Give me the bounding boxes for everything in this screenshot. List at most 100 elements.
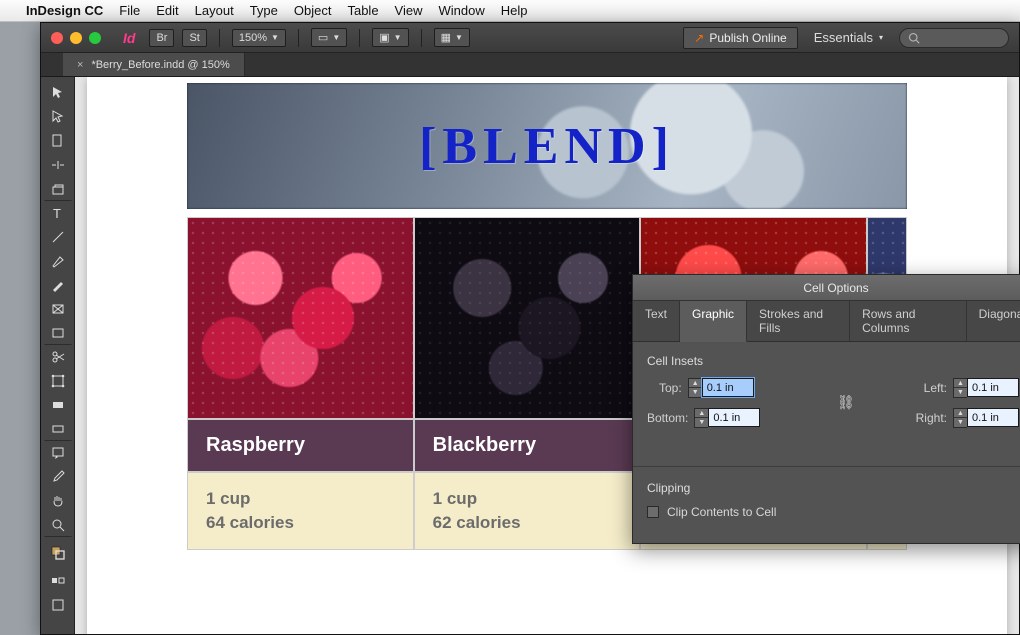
menu-help[interactable]: Help — [501, 3, 528, 18]
eyedropper-tool[interactable] — [44, 465, 72, 489]
rect-tool[interactable] — [44, 321, 72, 345]
left-inset-input[interactable] — [967, 378, 1019, 397]
name-cell-blackberry[interactable]: Blackberry — [414, 419, 641, 472]
link-insets-icon[interactable]: ⛓ — [837, 394, 855, 411]
clip-contents-label: Clip Contents to Cell — [667, 505, 776, 519]
hero-frame[interactable]: [BLEND] — [187, 83, 907, 209]
search-input[interactable] — [899, 28, 1009, 48]
zoom-window-button[interactable] — [89, 32, 101, 44]
zoom-tool[interactable] — [44, 513, 72, 537]
view-options-button[interactable]: ▭▼ — [311, 28, 347, 47]
blackberry-image-cell[interactable] — [414, 217, 641, 419]
mac-menubar: InDesign CC File Edit Layout Type Object… — [0, 0, 1020, 22]
panel-title[interactable]: Cell Options — [633, 275, 1020, 301]
panel-tabs: Text Graphic Strokes and Fills Rows and … — [633, 301, 1020, 342]
workspace-label: Essentials — [814, 30, 873, 45]
serving: 1 cup — [206, 487, 395, 511]
menu-layout[interactable]: Layout — [195, 3, 234, 18]
tab-diagonal[interactable]: Diagonal — [967, 301, 1020, 341]
clip-contents-checkbox[interactable]: Clip Contents to Cell — [647, 505, 1020, 519]
close-tab-icon[interactable]: × — [77, 59, 83, 71]
pencil-tool[interactable] — [44, 273, 72, 297]
right-label: Right: — [916, 411, 947, 425]
page-tool[interactable] — [44, 129, 72, 153]
publish-label: Publish Online — [709, 31, 786, 45]
gap-tool[interactable] — [44, 153, 72, 177]
menu-type[interactable]: Type — [250, 3, 278, 18]
arrange-docs-button[interactable]: ▦▼ — [434, 28, 470, 47]
hand-tool[interactable] — [44, 489, 72, 513]
step-up-icon[interactable]: ▲ — [954, 379, 967, 388]
info-cell-blackberry[interactable]: 1 cup 62 calories — [414, 472, 641, 550]
window-controls — [51, 32, 101, 44]
line-tool[interactable] — [44, 225, 72, 249]
direct-selection-tool[interactable] — [44, 105, 72, 129]
tab-rows-cols[interactable]: Rows and Columns — [850, 301, 967, 341]
gradient-feather-tool[interactable] — [44, 417, 72, 441]
indesign-logo-icon: Id — [123, 30, 135, 46]
step-up-icon[interactable]: ▲ — [689, 379, 702, 388]
serving: 1 cup — [433, 487, 622, 511]
screen-mode-button[interactable]: ▣▼ — [372, 28, 408, 47]
bottom-inset-stepper[interactable]: ▲▼ — [694, 408, 760, 428]
tab-strokes[interactable]: Strokes and Fills — [747, 301, 850, 341]
fill-stroke-swatch[interactable] — [44, 537, 72, 569]
right-inset-stepper[interactable]: ▲▼ — [953, 408, 1019, 428]
step-down-icon[interactable]: ▼ — [695, 418, 708, 427]
menu-edit[interactable]: Edit — [156, 3, 178, 18]
stock-button[interactable]: St — [182, 29, 206, 47]
left-inset-stepper[interactable]: ▲▼ — [953, 378, 1019, 398]
step-up-icon[interactable]: ▲ — [695, 409, 708, 418]
left-label: Left: — [924, 381, 947, 395]
menu-window[interactable]: Window — [439, 3, 485, 18]
menu-table[interactable]: Table — [347, 3, 378, 18]
workspace-select[interactable]: Essentials ▾ — [806, 30, 891, 45]
tab-graphic[interactable]: Graphic — [680, 301, 747, 342]
doc-tab-label: *Berry_Before.indd @ 150% — [91, 59, 229, 71]
step-up-icon[interactable]: ▲ — [954, 409, 967, 418]
zoom-level-select[interactable]: 150% ▼ — [232, 29, 286, 47]
top-inset-input[interactable] — [702, 378, 754, 397]
hero-title: [BLEND] — [419, 117, 675, 176]
svg-text:T: T — [53, 206, 61, 221]
close-window-button[interactable] — [51, 32, 63, 44]
bridge-button[interactable]: Br — [149, 29, 174, 47]
bottom-label: Bottom: — [647, 411, 688, 425]
minimize-window-button[interactable] — [70, 32, 82, 44]
info-cell-raspberry[interactable]: 1 cup 64 calories — [187, 472, 414, 550]
top-label: Top: — [659, 381, 682, 395]
menu-file[interactable]: File — [119, 3, 140, 18]
type-tool[interactable]: T — [44, 201, 72, 225]
note-tool[interactable] — [44, 441, 72, 465]
step-down-icon[interactable]: ▼ — [954, 418, 967, 427]
name-cell-raspberry[interactable]: Raspberry — [187, 419, 414, 472]
free-transform-tool[interactable] — [44, 369, 72, 393]
selection-tool[interactable] — [44, 81, 72, 105]
cell-options-panel: Cell Options Text Graphic Strokes and Fi… — [632, 274, 1020, 544]
right-inset-input[interactable] — [967, 408, 1019, 427]
publish-online-button[interactable]: ↗ Publish Online — [683, 27, 797, 49]
bottom-inset-input[interactable] — [708, 408, 760, 427]
screen-mode-tool[interactable] — [44, 593, 72, 617]
step-down-icon[interactable]: ▼ — [689, 388, 702, 397]
content-collector-tool[interactable] — [44, 177, 72, 201]
pen-tool[interactable] — [44, 249, 72, 273]
document-tabs: × *Berry_Before.indd @ 150% — [41, 53, 1019, 77]
publish-arrow-icon: ↗ — [694, 31, 704, 45]
gradient-swatch-tool[interactable] — [44, 393, 72, 417]
checkbox-icon[interactable] — [647, 506, 659, 518]
step-down-icon[interactable]: ▼ — [954, 388, 967, 397]
menu-object[interactable]: Object — [294, 3, 332, 18]
default-fs-icon[interactable] — [44, 569, 72, 593]
calories: 64 calories — [206, 511, 395, 535]
menu-view[interactable]: View — [395, 3, 423, 18]
scissors-tool[interactable] — [44, 345, 72, 369]
search-icon — [908, 32, 920, 44]
tab-text[interactable]: Text — [633, 301, 680, 341]
rect-frame-tool[interactable] — [44, 297, 72, 321]
doc-tab-berry[interactable]: × *Berry_Before.indd @ 150% — [63, 53, 245, 76]
top-inset-stepper[interactable]: ▲▼ — [688, 378, 754, 398]
raspberry-image-cell[interactable] — [187, 217, 414, 419]
menu-app[interactable]: InDesign CC — [26, 3, 103, 18]
zoom-level-value: 150% — [239, 32, 267, 44]
